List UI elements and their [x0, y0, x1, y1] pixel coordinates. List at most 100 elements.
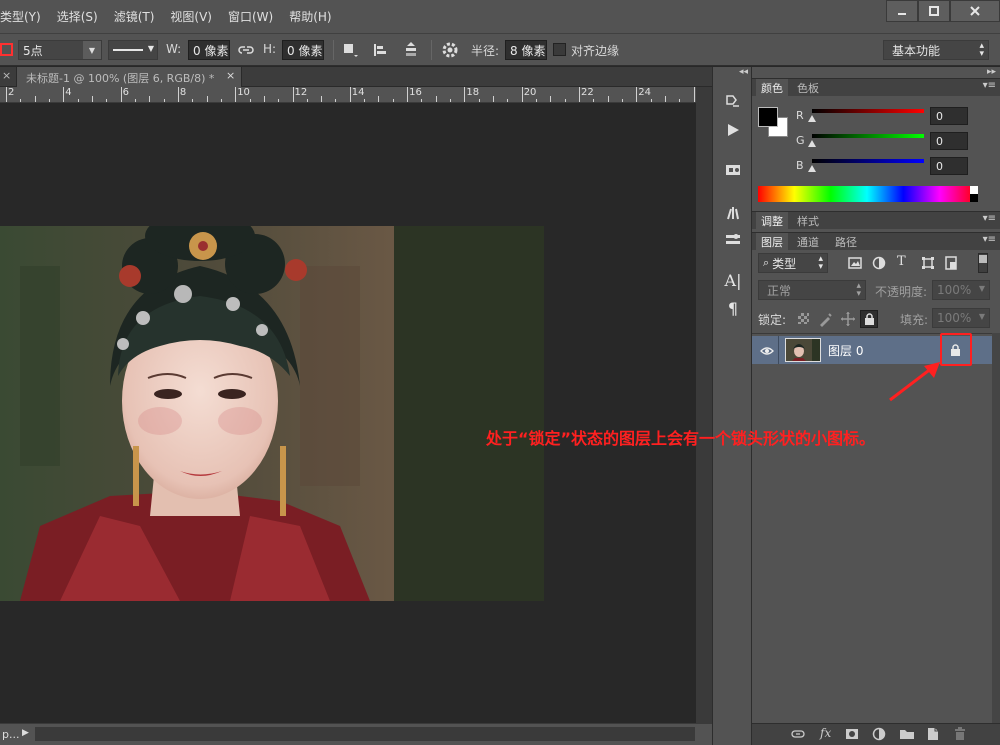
add-mask-icon[interactable]: [845, 728, 859, 743]
actions-play-icon[interactable]: [721, 119, 745, 141]
close-icon[interactable]: ×: [226, 69, 235, 82]
color-spectrum-bar[interactable]: [758, 186, 976, 202]
workspace-value: 基本功能: [892, 43, 941, 58]
horizontal-ruler: 2468101214161820222426: [0, 87, 696, 103]
opacity-field[interactable]: 100% ▼: [932, 280, 990, 300]
fill-label: 填充:: [900, 313, 929, 327]
filter-toggle[interactable]: [978, 253, 988, 273]
brush-size-dropdown[interactable]: 5点 ▼: [18, 40, 102, 60]
chevron-updown-icon: ▴ ▾: [818, 254, 823, 272]
lock-all-button[interactable]: [860, 310, 878, 328]
clone-source-icon[interactable]: [721, 229, 745, 251]
tab-styles[interactable]: 样式: [792, 212, 824, 230]
trash-icon[interactable]: [954, 727, 966, 744]
canvas-area[interactable]: [0, 103, 696, 723]
stroke-style-dropdown[interactable]: ▼: [108, 40, 158, 60]
filter-type-icon[interactable]: T: [897, 254, 906, 269]
properties-icon[interactable]: [721, 159, 745, 181]
path-alignment-icon[interactable]: [372, 42, 388, 61]
tab-paths[interactable]: 路径: [830, 233, 862, 251]
ruler-minor-tick: [77, 99, 79, 102]
blend-mode-dropdown[interactable]: 正常 ▴ ▾: [758, 280, 866, 300]
lock-image-pixels-icon[interactable]: [818, 311, 834, 330]
close-button[interactable]: [950, 0, 1000, 22]
filter-pixel-icon[interactable]: [848, 256, 862, 273]
minimize-button[interactable]: [886, 0, 918, 22]
character-icon[interactable]: A|: [721, 269, 745, 291]
layer-name[interactable]: 图层 0: [828, 342, 863, 359]
fill-field[interactable]: 100% ▼: [932, 308, 990, 328]
green-value-field[interactable]: 0: [930, 132, 968, 150]
green-slider-thumb[interactable]: [808, 140, 816, 147]
red-value-field[interactable]: 0: [930, 107, 968, 125]
blue-value-field[interactable]: 0: [930, 157, 968, 175]
blue-slider-thumb[interactable]: [808, 165, 816, 172]
document-canvas[interactable]: [0, 226, 544, 601]
document-tab[interactable]: 未标题-1 @ 100% (图层 6, RGB/8) * ×: [16, 67, 242, 87]
layer-filter-dropdown[interactable]: ⌕ 类型 ▴ ▾: [758, 253, 828, 273]
red-slider-thumb[interactable]: [808, 115, 816, 122]
status-menu-arrow-icon[interactable]: ▶: [22, 728, 29, 738]
radius-field[interactable]: 8 像素: [505, 40, 547, 60]
white-swatch[interactable]: [970, 186, 978, 194]
close-icon[interactable]: ×: [2, 69, 11, 82]
panel-menu-icon[interactable]: ▾≡: [983, 234, 996, 245]
layer-style-fx-icon[interactable]: fx: [820, 726, 831, 740]
menu-filter[interactable]: 滤镜(T): [106, 8, 163, 25]
width-field[interactable]: 0 像素: [188, 40, 230, 60]
collapse-panels-icon[interactable]: ◂◂: [739, 67, 748, 77]
brush-presets-icon[interactable]: [721, 201, 745, 223]
lock-icon: [864, 312, 874, 325]
history-icon[interactable]: [721, 91, 745, 113]
new-layer-icon[interactable]: [926, 727, 940, 744]
red-channel-label: R: [796, 109, 804, 122]
ruler-minor-tick: [593, 99, 595, 102]
path-operations-icon[interactable]: [342, 42, 358, 61]
filter-adjustment-icon[interactable]: [872, 256, 886, 273]
tab-color[interactable]: 颜色: [756, 79, 788, 97]
new-group-folder-icon[interactable]: [899, 728, 915, 743]
tool-preset-icon[interactable]: [0, 41, 14, 59]
blue-slider[interactable]: [812, 159, 924, 163]
path-arrangement-icon[interactable]: [402, 41, 420, 62]
green-slider[interactable]: [812, 134, 924, 138]
chevron-updown-icon: ▴ ▾: [979, 41, 984, 59]
paragraph-icon[interactable]: ¶: [721, 297, 745, 319]
panel-menu-icon[interactable]: ▾≡: [983, 213, 996, 224]
gear-icon[interactable]: [441, 41, 459, 62]
panel-menu-icon[interactable]: ▾≡: [983, 80, 996, 91]
tab-layers[interactable]: 图层: [756, 233, 788, 251]
lock-transparent-pixels-icon[interactable]: [798, 313, 809, 324]
vertical-scrollbar[interactable]: [696, 87, 712, 723]
ruler-minor-tick: [206, 96, 208, 102]
link-layers-icon[interactable]: [790, 728, 806, 743]
adjustment-layer-icon[interactable]: [872, 727, 886, 744]
tab-channels[interactable]: 通道: [792, 233, 824, 251]
menu-type[interactable]: 类型(Y): [0, 8, 49, 25]
menu-window[interactable]: 窗口(W): [220, 8, 281, 25]
filter-shape-icon[interactable]: [921, 256, 935, 273]
layers-scrollbar[interactable]: [992, 333, 1000, 725]
restore-button[interactable]: [918, 0, 950, 22]
height-field[interactable]: 0 像素: [282, 40, 324, 60]
lock-position-icon[interactable]: [840, 311, 856, 330]
workspace-dropdown[interactable]: 基本功能 ▴ ▾: [883, 40, 989, 60]
red-slider[interactable]: [812, 109, 924, 113]
document-tab-bar: × 未标题-1 @ 100% (图层 6, RGB/8) * ×: [0, 67, 712, 87]
menu-help[interactable]: 帮助(H): [281, 8, 339, 25]
expand-panels-icon[interactable]: ▸▸: [987, 67, 996, 77]
tab-swatches[interactable]: 色板: [792, 79, 824, 97]
eye-visibility-icon[interactable]: [760, 345, 774, 359]
ruler-minor-tick: [149, 96, 151, 102]
align-edges-label: 对齐边缘: [571, 44, 620, 58]
menu-select[interactable]: 选择(S): [49, 8, 106, 25]
menu-view[interactable]: 视图(V): [162, 8, 220, 25]
foreground-color-swatch[interactable]: [758, 107, 778, 127]
link-icon[interactable]: [237, 43, 255, 60]
tab-adjustments[interactable]: 调整: [756, 212, 788, 230]
ruler-minor-tick: [306, 99, 308, 102]
horizontal-scrollbar[interactable]: [35, 727, 695, 741]
align-edges-checkbox[interactable]: [553, 43, 566, 56]
black-swatch[interactable]: [970, 194, 978, 202]
filter-smart-object-icon[interactable]: [944, 256, 958, 273]
